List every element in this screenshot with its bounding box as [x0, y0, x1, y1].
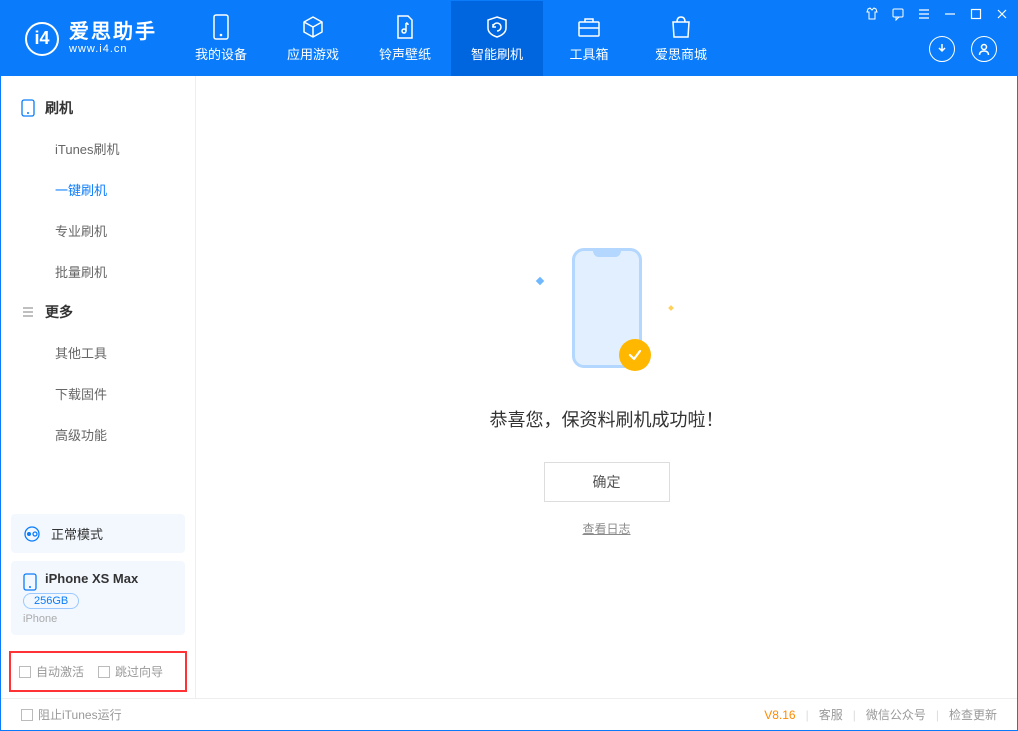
check-badge-icon	[619, 339, 651, 371]
mode-label: 正常模式	[51, 524, 103, 543]
checkbox-label: 跳过向导	[115, 663, 163, 680]
shirt-icon[interactable]	[865, 7, 879, 21]
sidebar-bottom: 正常模式 iPhone XS Max 256GB iPhone	[1, 504, 195, 645]
success-illustration	[517, 238, 697, 378]
ok-button[interactable]: 确定	[544, 462, 670, 502]
device-phone-icon	[23, 573, 37, 591]
tab-store[interactable]: 爱思商城	[635, 1, 727, 76]
body: 刷机 iTunes刷机 一键刷机 专业刷机 批量刷机 更多 其他工具 下载固件 …	[1, 76, 1017, 698]
sidebar: 刷机 iTunes刷机 一键刷机 专业刷机 批量刷机 更多 其他工具 下载固件 …	[1, 76, 196, 698]
checkbox-icon	[21, 709, 33, 721]
phone-graphic	[572, 248, 642, 368]
minimize-button[interactable]	[943, 7, 957, 21]
sidebar-item-other-tools[interactable]: 其他工具	[1, 332, 195, 373]
group-title: 刷机	[45, 98, 73, 118]
sidebar-item-pro-flash[interactable]: 专业刷机	[1, 210, 195, 251]
tab-label: 智能刷机	[471, 44, 523, 63]
phone-notch	[593, 251, 621, 257]
shopping-bag-icon	[668, 14, 694, 40]
tab-smart-flash[interactable]: 智能刷机	[451, 1, 543, 76]
app-logo-icon: i4	[25, 22, 59, 56]
device-capacity: 256GB	[23, 593, 79, 609]
sidebar-item-itunes-flash[interactable]: iTunes刷机	[1, 128, 195, 169]
app-url: www.i4.cn	[69, 43, 157, 55]
device-type: iPhone	[23, 613, 173, 625]
separator: |	[806, 708, 809, 722]
tab-label: 工具箱	[569, 44, 608, 63]
sidebar-scroll: 刷机 iTunes刷机 一键刷机 专业刷机 批量刷机 更多 其他工具 下载固件 …	[1, 76, 195, 504]
sidebar-item-download-firmware[interactable]: 下载固件	[1, 373, 195, 414]
tab-apps-games[interactable]: 应用游戏	[267, 1, 359, 76]
maximize-button[interactable]	[969, 7, 983, 21]
main-content: 恭喜您，保资料刷机成功啦！ 确定 查看日志	[196, 76, 1017, 698]
tab-label: 爱思商城	[655, 44, 707, 63]
device-card[interactable]: iPhone XS Max 256GB iPhone	[11, 561, 185, 635]
close-button[interactable]	[995, 7, 1009, 21]
separator: |	[853, 708, 856, 722]
footer-link-wechat[interactable]: 微信公众号	[866, 706, 926, 723]
sidebar-group-flash: 刷机	[1, 88, 195, 128]
checkbox-block-itunes[interactable]: 阻止iTunes运行	[21, 706, 122, 723]
highlighted-options: 自动激活 跳过向导	[9, 651, 187, 692]
title-bar: i4 爱思助手 www.i4.cn 我的设备 应用游戏 铃声壁纸 智能刷机	[1, 1, 1017, 76]
checkbox-skip-guide[interactable]: 跳过向导	[98, 663, 163, 680]
sidebar-item-batch-flash[interactable]: 批量刷机	[1, 251, 195, 292]
checkbox-icon	[19, 666, 31, 678]
status-bar: 阻止iTunes运行 V8.16 | 客服 | 微信公众号 | 检查更新	[1, 698, 1017, 730]
group-title: 更多	[45, 302, 73, 322]
logo-area: i4 爱思助手 www.i4.cn	[1, 1, 175, 76]
footer-link-update[interactable]: 检查更新	[949, 706, 997, 723]
sidebar-item-advanced[interactable]: 高级功能	[1, 414, 195, 455]
footer-right: V8.16 | 客服 | 微信公众号 | 检查更新	[764, 706, 997, 723]
mode-icon	[23, 525, 41, 543]
device-name: iPhone XS Max	[45, 571, 138, 586]
app-window: i4 爱思助手 www.i4.cn 我的设备 应用游戏 铃声壁纸 智能刷机	[0, 0, 1018, 731]
tab-label: 应用游戏	[287, 44, 339, 63]
version-label: V8.16	[764, 708, 795, 722]
checkbox-icon	[98, 666, 110, 678]
checkbox-label: 自动激活	[36, 663, 84, 680]
mode-card[interactable]: 正常模式	[11, 514, 185, 553]
sidebar-item-onekey-flash[interactable]: 一键刷机	[1, 169, 195, 210]
success-message: 恭喜您，保资料刷机成功啦！	[490, 406, 724, 432]
app-title: 爱思助手	[69, 21, 157, 43]
menu-icon[interactable]	[917, 7, 931, 21]
checkbox-label: 阻止iTunes运行	[38, 706, 122, 723]
cube-icon	[300, 14, 326, 40]
phone-icon	[208, 14, 234, 40]
main-tabs: 我的设备 应用游戏 铃声壁纸 智能刷机 工具箱 爱思商城	[175, 1, 727, 76]
checkbox-auto-activate[interactable]: 自动激活	[19, 663, 84, 680]
logo-text: 爱思助手 www.i4.cn	[69, 21, 157, 55]
feedback-icon[interactable]	[891, 7, 905, 21]
footer-left: 阻止iTunes运行	[21, 706, 122, 723]
tab-my-device[interactable]: 我的设备	[175, 1, 267, 76]
tab-label: 我的设备	[195, 44, 247, 63]
sparkle-icon	[668, 305, 674, 311]
footer-link-service[interactable]: 客服	[819, 706, 843, 723]
music-file-icon	[392, 14, 418, 40]
user-icon[interactable]	[971, 36, 997, 62]
briefcase-icon	[576, 14, 602, 40]
header-actions	[929, 36, 997, 62]
tab-label: 铃声壁纸	[379, 44, 431, 63]
tab-toolbox[interactable]: 工具箱	[543, 1, 635, 76]
sparkle-icon	[535, 276, 543, 284]
list-icon	[21, 305, 35, 319]
refresh-shield-icon	[484, 14, 510, 40]
sidebar-group-more: 更多	[1, 292, 195, 332]
window-controls	[865, 7, 1009, 21]
tab-ringtone-wallpaper[interactable]: 铃声壁纸	[359, 1, 451, 76]
view-log-link[interactable]: 查看日志	[582, 520, 630, 537]
download-icon[interactable]	[929, 36, 955, 62]
device-icon	[21, 99, 35, 117]
separator: |	[936, 708, 939, 722]
